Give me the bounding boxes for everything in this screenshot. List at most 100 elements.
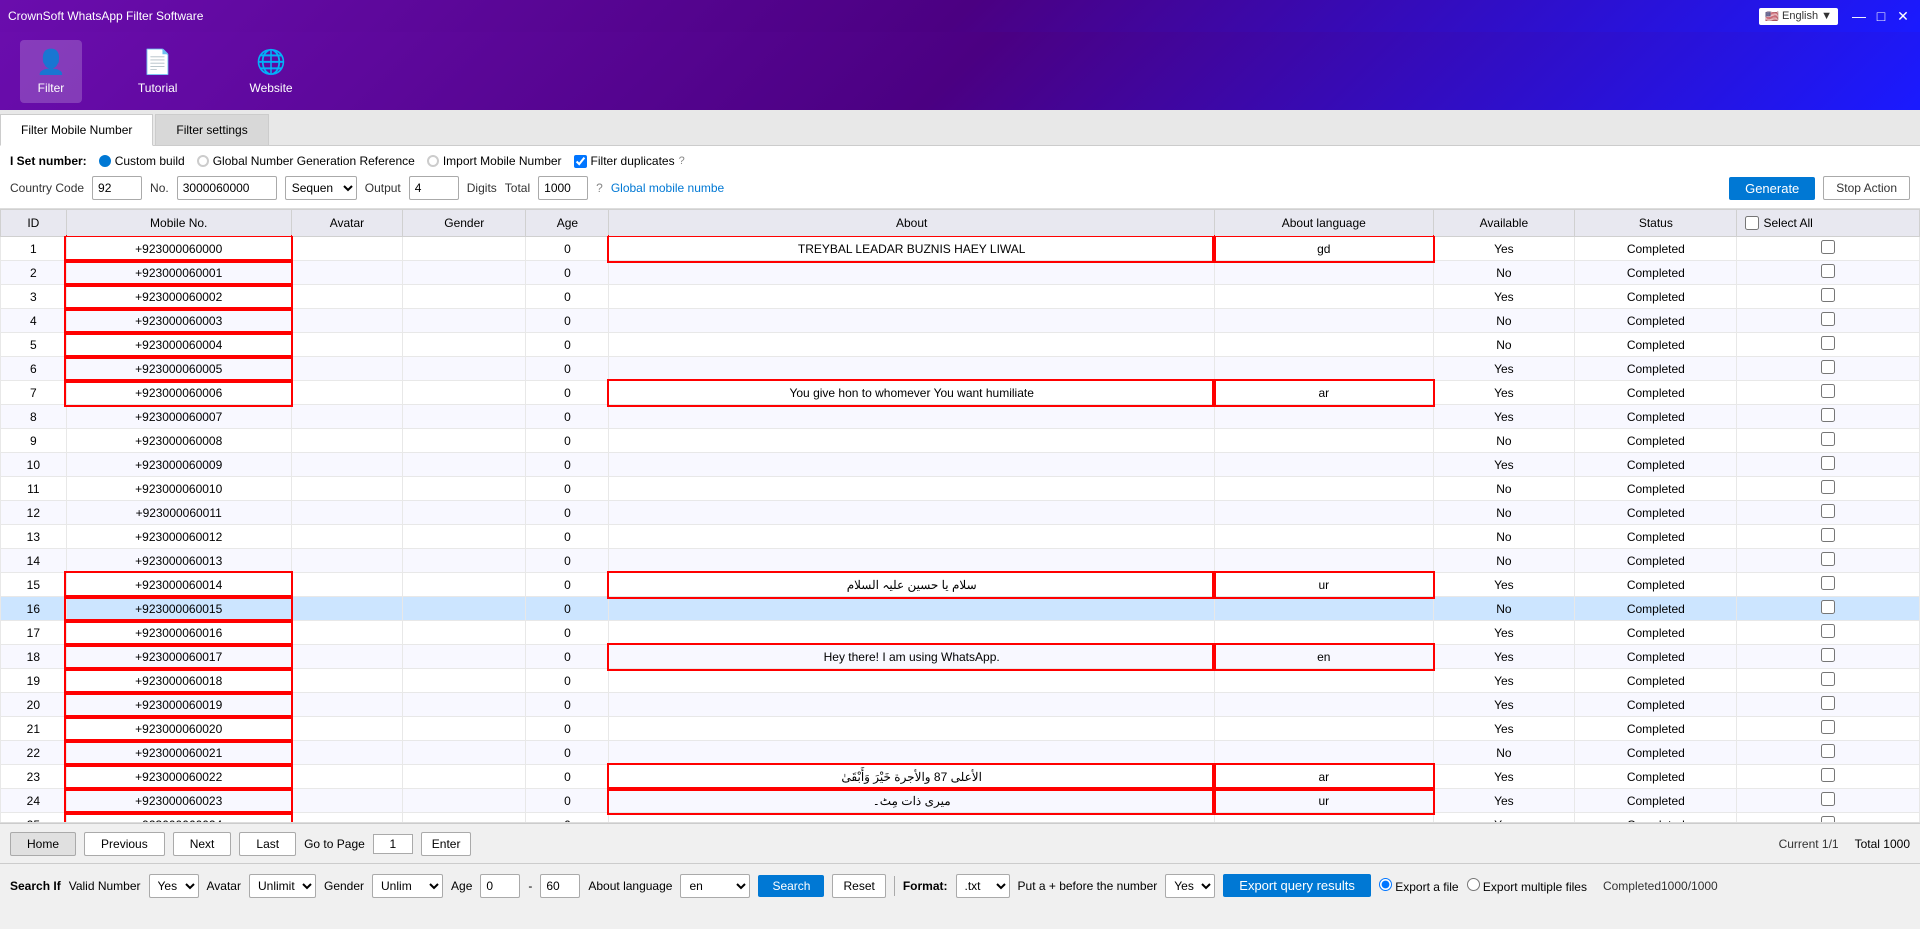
cell-checkbox[interactable] — [1737, 765, 1920, 789]
cell-about — [609, 309, 1215, 333]
cell-checkbox[interactable] — [1737, 717, 1920, 741]
row-checkbox[interactable] — [1821, 600, 1835, 614]
avatar-select[interactable]: Unlimit Yes No — [249, 874, 316, 898]
home-button[interactable]: Home — [10, 832, 76, 856]
cell-checkbox[interactable] — [1737, 477, 1920, 501]
cell-checkbox[interactable] — [1737, 741, 1920, 765]
row-checkbox[interactable] — [1821, 504, 1835, 518]
cell-age: 0 — [526, 357, 609, 381]
radio-global-ref[interactable]: Global Number Generation Reference — [197, 154, 415, 168]
language-selector[interactable]: 🇺🇸 English ▼ — [1759, 8, 1838, 25]
cell-checkbox[interactable] — [1737, 525, 1920, 549]
row-checkbox[interactable] — [1821, 576, 1835, 590]
filter-duplicates-check[interactable]: Filter duplicates ? — [574, 154, 685, 168]
table-header-row: ID Mobile No. Avatar Gender Age About Ab… — [1, 210, 1920, 237]
cell-checkbox[interactable] — [1737, 501, 1920, 525]
age-to-input[interactable] — [540, 874, 580, 898]
filter-dup-checkbox[interactable] — [574, 155, 587, 168]
nav-filter[interactable]: 👤 Filter — [20, 40, 82, 103]
row-checkbox[interactable] — [1821, 528, 1835, 542]
gender-select[interactable]: Unlim Male Female — [372, 874, 443, 898]
row-checkbox[interactable] — [1821, 336, 1835, 350]
put-plus-select[interactable]: Yes No — [1165, 874, 1215, 898]
export-multiple-radio[interactable] — [1467, 878, 1480, 891]
generate-button[interactable]: Generate — [1729, 177, 1815, 200]
cell-checkbox[interactable] — [1737, 597, 1920, 621]
cell-checkbox[interactable] — [1737, 789, 1920, 813]
row-checkbox[interactable] — [1821, 624, 1835, 638]
no-input[interactable] — [177, 176, 277, 200]
row-checkbox[interactable] — [1821, 432, 1835, 446]
cell-checkbox[interactable] — [1737, 309, 1920, 333]
row-checkbox[interactable] — [1821, 720, 1835, 734]
cell-checkbox[interactable] — [1737, 693, 1920, 717]
cell-gender — [403, 237, 526, 261]
select-all-checkbox[interactable] — [1745, 216, 1759, 230]
row-checkbox[interactable] — [1821, 816, 1835, 823]
row-checkbox[interactable] — [1821, 648, 1835, 662]
row-checkbox[interactable] — [1821, 384, 1835, 398]
radio-import[interactable]: Import Mobile Number — [427, 154, 562, 168]
close-button[interactable]: ✕ — [1894, 7, 1912, 25]
export-multiple-option[interactable]: Export multiple files — [1467, 878, 1587, 894]
reset-button[interactable]: Reset — [832, 874, 885, 898]
cell-checkbox[interactable] — [1737, 813, 1920, 824]
valid-number-select[interactable]: Yes No — [149, 874, 199, 898]
tab-filter-mobile[interactable]: Filter Mobile Number — [0, 114, 153, 146]
format-select[interactable]: .txt .csv .xlsx — [956, 874, 1010, 898]
cell-checkbox[interactable] — [1737, 381, 1920, 405]
cell-checkbox[interactable] — [1737, 357, 1920, 381]
tab-filter-settings[interactable]: Filter settings — [155, 114, 268, 145]
about-lang-select[interactable]: en ar ur gd All — [680, 874, 750, 898]
cell-checkbox[interactable] — [1737, 669, 1920, 693]
minimize-button[interactable]: — — [1850, 7, 1868, 25]
export-file-radio[interactable] — [1379, 878, 1392, 891]
row-checkbox[interactable] — [1821, 456, 1835, 470]
country-code-input[interactable] — [92, 176, 142, 200]
row-checkbox[interactable] — [1821, 360, 1835, 374]
cell-about-lang — [1214, 309, 1433, 333]
cell-checkbox[interactable] — [1737, 453, 1920, 477]
sequen-select[interactable]: Sequen Random — [285, 176, 357, 200]
next-button[interactable]: Next — [173, 832, 232, 856]
global-mobile-link[interactable]: Global mobile numbe — [611, 181, 724, 195]
cell-checkbox[interactable] — [1737, 549, 1920, 573]
cell-checkbox[interactable] — [1737, 429, 1920, 453]
search-button[interactable]: Search — [758, 875, 824, 897]
cell-checkbox[interactable] — [1737, 405, 1920, 429]
row-checkbox[interactable] — [1821, 792, 1835, 806]
row-checkbox[interactable] — [1821, 768, 1835, 782]
row-checkbox[interactable] — [1821, 312, 1835, 326]
total-input[interactable] — [538, 176, 588, 200]
cell-checkbox[interactable] — [1737, 261, 1920, 285]
enter-button[interactable]: Enter — [421, 832, 472, 856]
maximize-button[interactable]: □ — [1872, 7, 1890, 25]
cell-checkbox[interactable] — [1737, 237, 1920, 261]
row-checkbox[interactable] — [1821, 240, 1835, 254]
row-checkbox[interactable] — [1821, 408, 1835, 422]
nav-website[interactable]: 🌐 Website — [233, 40, 308, 103]
row-checkbox[interactable] — [1821, 480, 1835, 494]
previous-button[interactable]: Previous — [84, 832, 165, 856]
cell-checkbox[interactable] — [1737, 285, 1920, 309]
row-checkbox[interactable] — [1821, 672, 1835, 686]
age-from-input[interactable] — [480, 874, 520, 898]
cell-checkbox[interactable] — [1737, 645, 1920, 669]
export-file-option[interactable]: Export a file — [1379, 878, 1459, 894]
last-button[interactable]: Last — [239, 832, 296, 856]
row-checkbox[interactable] — [1821, 696, 1835, 710]
cell-checkbox[interactable] — [1737, 621, 1920, 645]
cell-status: Completed — [1575, 357, 1737, 381]
row-checkbox[interactable] — [1821, 288, 1835, 302]
row-checkbox[interactable] — [1821, 744, 1835, 758]
nav-tutorial[interactable]: 📄 Tutorial — [122, 40, 194, 103]
cell-checkbox[interactable] — [1737, 333, 1920, 357]
stop-action-button[interactable]: Stop Action — [1823, 176, 1910, 200]
export-button[interactable]: Export query results — [1223, 874, 1371, 897]
cell-checkbox[interactable] — [1737, 573, 1920, 597]
row-checkbox[interactable] — [1821, 264, 1835, 278]
output-input[interactable] — [409, 176, 459, 200]
radio-custom-build[interactable]: Custom build — [99, 154, 185, 168]
row-checkbox[interactable] — [1821, 552, 1835, 566]
page-input[interactable] — [373, 834, 413, 854]
